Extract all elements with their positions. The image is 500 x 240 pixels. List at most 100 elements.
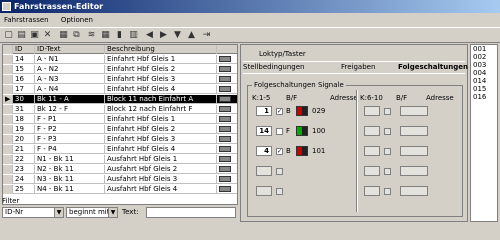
cell-icon[interactable]	[217, 115, 237, 124]
cell-beschreibung[interactable]: Einfahrt Hbf Gleis 1	[105, 115, 217, 124]
cell-id-text[interactable]: F - P4	[35, 145, 105, 154]
cell-icon[interactable]	[217, 85, 237, 94]
route-icon[interactable]: ≋	[86, 30, 97, 41]
k-input[interactable]: 1	[256, 106, 272, 116]
cell-id-text[interactable]: F - P2	[35, 125, 105, 134]
cell-icon[interactable]	[217, 105, 237, 114]
cell-id[interactable]: 20	[13, 135, 35, 144]
list-item[interactable]: 015	[471, 85, 497, 93]
table-row[interactable]: 17 A - N4 Einfahrt Hbf Gleis 4	[3, 85, 237, 94]
tab-folgeschaltungen[interactable]: Folgeschaltungen	[398, 62, 468, 72]
header-id-text[interactable]: ID-Text	[35, 45, 105, 54]
header-beschreibung[interactable]: Beschreibung	[105, 45, 217, 54]
table-row[interactable]: 16 A - N3 Einfahrt Hbf Gleis 3	[3, 75, 237, 84]
cell-id-text[interactable]: N1 - Bk 11	[35, 155, 105, 164]
cell-icon[interactable]	[217, 95, 237, 104]
cell-id-text[interactable]: A - N2	[35, 65, 105, 74]
cell-beschreibung[interactable]: Ausfahrt Hbf Gleis 4	[105, 185, 217, 194]
table-row[interactable]: 24 N3 - Bk 11 Ausfahrt Hbf Gleis 3	[3, 175, 237, 184]
table-row[interactable]: 15 A - N2 Einfahrt Hbf Gleis 2	[3, 65, 237, 74]
arrow-left-icon[interactable]: ◀	[144, 30, 155, 41]
route-id-list[interactable]: 001 002 003 004 014 015 016	[470, 44, 498, 222]
k-input-right[interactable]	[364, 186, 380, 196]
bf-checkbox[interactable]	[276, 128, 283, 135]
tab-loktyp-taster[interactable]: Loktyp/Taster	[259, 49, 306, 59]
cell-beschreibung[interactable]: Einfahrt Hbf Gleis 1	[105, 55, 217, 64]
bf-checkbox[interactable]	[276, 188, 283, 195]
address-input-right[interactable]	[400, 146, 428, 156]
menu-fahrstrassen[interactable]: Fahrstrassen	[4, 16, 49, 24]
table-row[interactable]: ▶ 30 Bk 11 - A Block 11 nach Einfahrt A	[3, 95, 237, 104]
list-item[interactable]: 004	[471, 69, 497, 77]
cell-beschreibung[interactable]: Ausfahrt Hbf Gleis 3	[105, 175, 217, 184]
cell-beschreibung[interactable]: Block 11 nach Einfahrt A	[105, 95, 217, 104]
cell-id-text[interactable]: Bk 11 - A	[35, 95, 105, 104]
cell-id-text[interactable]: N4 - Bk 11	[35, 185, 105, 194]
cell-beschreibung[interactable]: Einfahrt Hbf Gleis 4	[105, 145, 217, 154]
signal-icon[interactable]	[296, 146, 308, 156]
k-input-right[interactable]	[364, 146, 380, 156]
open-icon[interactable]: ▤	[16, 30, 27, 41]
cell-icon[interactable]	[217, 145, 237, 154]
signal-icon[interactable]: ▮	[114, 30, 125, 41]
bf-checkbox-right[interactable]	[384, 108, 391, 115]
cell-id[interactable]: 15	[13, 65, 35, 74]
cell-icon[interactable]	[217, 155, 237, 164]
cell-icon[interactable]	[217, 55, 237, 64]
bf-checkbox-right[interactable]	[384, 168, 391, 175]
bf-checkbox[interactable]: ✓	[276, 108, 283, 115]
cell-id[interactable]: 24	[13, 175, 35, 184]
cell-id-text[interactable]: F - P3	[35, 135, 105, 144]
arrow-right-icon[interactable]: ▶	[158, 30, 169, 41]
table-row[interactable]: 22 N1 - Bk 11 Ausfahrt Hbf Gleis 1	[3, 155, 237, 164]
k-input[interactable]	[256, 186, 272, 196]
cell-icon[interactable]	[217, 75, 237, 84]
cell-beschreibung[interactable]: Einfahrt Hbf Gleis 2	[105, 65, 217, 74]
cell-id[interactable]: 18	[13, 115, 35, 124]
signal-icon[interactable]	[296, 126, 308, 136]
cell-id-text[interactable]: N2 - Bk 11	[35, 165, 105, 174]
list-item[interactable]: 014	[471, 77, 497, 85]
save-icon[interactable]: ▣	[29, 30, 40, 41]
table-row[interactable]: 25 N4 - Bk 11 Ausfahrt Hbf Gleis 4	[3, 185, 237, 194]
cell-id[interactable]: 16	[13, 75, 35, 84]
cell-icon[interactable]	[217, 65, 237, 74]
menu-optionen[interactable]: Optionen	[61, 16, 93, 24]
cell-icon[interactable]	[217, 185, 237, 194]
cell-id[interactable]: 17	[13, 85, 35, 94]
bf-checkbox-right[interactable]	[384, 188, 391, 195]
cell-id-text[interactable]: F - P1	[35, 115, 105, 124]
cell-id-text[interactable]: A - N4	[35, 85, 105, 94]
cell-icon[interactable]	[217, 135, 237, 144]
table-row[interactable]: 14 A - N1 Einfahrt Hbf Gleis 1	[3, 55, 237, 64]
table-row[interactable]: 31 Bk 12 - F Block 12 nach Einfahrt F	[3, 105, 237, 114]
cell-beschreibung[interactable]: Ausfahrt Hbf Gleis 1	[105, 155, 217, 164]
cell-id[interactable]: 31	[13, 105, 35, 114]
cell-id[interactable]: 14	[13, 55, 35, 64]
k-input[interactable]	[256, 166, 272, 176]
cell-id[interactable]: 19	[13, 125, 35, 134]
list-item[interactable]: 001	[471, 45, 497, 53]
cell-id-text[interactable]: A - N3	[35, 75, 105, 84]
copy-icon[interactable]: ⧉	[71, 30, 82, 41]
address-input-right[interactable]	[400, 106, 428, 116]
delete-icon[interactable]: ✕	[42, 30, 53, 41]
table-row[interactable]: 21 F - P4 Einfahrt Hbf Gleis 4	[3, 145, 237, 154]
bf-checkbox-right[interactable]	[384, 148, 391, 155]
print-icon[interactable]: ▦	[58, 30, 69, 41]
k-input-right[interactable]	[364, 126, 380, 136]
cell-id-text[interactable]: Bk 12 - F	[35, 105, 105, 114]
address-input-right[interactable]	[400, 166, 428, 176]
table-row[interactable]: 19 F - P2 Einfahrt Hbf Gleis 2	[3, 125, 237, 134]
filter-field-select[interactable]: ID-Nr ▼	[2, 207, 64, 218]
table-row[interactable]: 23 N2 - Bk 11 Ausfahrt Hbf Gleis 2	[3, 165, 237, 174]
grid-icon[interactable]: ▦	[100, 30, 111, 41]
cell-icon[interactable]	[217, 125, 237, 134]
arrow-down-icon[interactable]: ▼	[172, 30, 183, 41]
table-row[interactable]: 20 F - P3 Einfahrt Hbf Gleis 3	[3, 135, 237, 144]
list-item[interactable]: 016	[471, 93, 497, 101]
address-input-right[interactable]	[400, 126, 428, 136]
k-input-right[interactable]	[364, 166, 380, 176]
tab-freigaben[interactable]: Freigaben	[341, 62, 375, 72]
k-input[interactable]: 14	[256, 126, 272, 136]
